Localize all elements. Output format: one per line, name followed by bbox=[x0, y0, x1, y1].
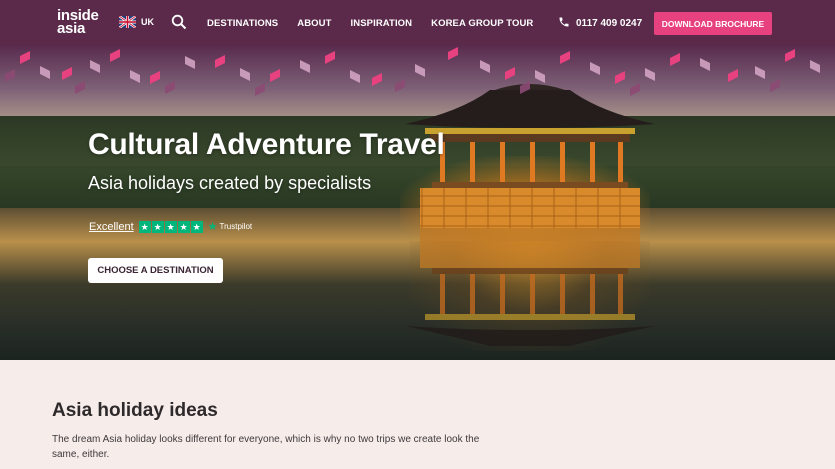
hero-title: Cultural Adventure Travel bbox=[88, 128, 445, 161]
star-icon: ★ bbox=[151, 220, 164, 233]
uk-flag-icon bbox=[119, 16, 136, 28]
holiday-ideas-section: Asia holiday ideas The dream Asia holida… bbox=[0, 360, 835, 469]
hero-subtitle: Asia holidays created by specialists bbox=[88, 173, 372, 193]
phone-number: 0117 409 0247 bbox=[576, 18, 643, 29]
nav-korea-group-tour[interactable]: KOREA GROUP TOUR bbox=[431, 18, 533, 29]
pavilion-illustration bbox=[405, 84, 655, 346]
trustpilot-rating[interactable]: Excellent ★ ★ ★ ★ ★ ★ Trustpilot bbox=[89, 220, 252, 233]
choose-destination-button[interactable]: CHOOSE A DESTINATION bbox=[88, 258, 223, 283]
star-icon: ★ bbox=[138, 220, 151, 233]
trustpilot-star-icon: ★ bbox=[207, 221, 218, 233]
region-selector[interactable]: UK bbox=[119, 16, 154, 28]
star-icon: ★ bbox=[177, 220, 190, 233]
section-heading: Asia holiday ideas bbox=[52, 400, 218, 421]
decorative-pattern bbox=[5, 47, 820, 96]
inside-asia-logo[interactable]: inside asia bbox=[57, 8, 99, 36]
main-nav: DESTINATIONS ABOUT INSPIRATION KOREA GRO… bbox=[207, 0, 552, 46]
site-header: inside asia UK DESTINATIONS ABOUT INSPIR… bbox=[0, 0, 835, 46]
rating-stars: ★ ★ ★ ★ ★ bbox=[138, 220, 203, 233]
phone-icon bbox=[558, 16, 570, 31]
section-intro: The dream Asia holiday looks different f… bbox=[52, 434, 480, 460]
nav-about[interactable]: ABOUT bbox=[297, 18, 331, 29]
download-brochure-button[interactable]: DOWNLOAD BROCHURE bbox=[654, 12, 772, 35]
star-icon: ★ bbox=[190, 220, 203, 233]
search-icon[interactable] bbox=[171, 14, 187, 30]
nav-destinations[interactable]: DESTINATIONS bbox=[207, 18, 278, 29]
hero-section: Cultural Adventure Travel Asia holidays … bbox=[0, 46, 835, 360]
nav-inspiration[interactable]: INSPIRATION bbox=[351, 18, 413, 29]
region-label: UK bbox=[141, 17, 154, 27]
phone-link[interactable]: 0117 409 0247 bbox=[558, 16, 642, 31]
trustpilot-logo: ★ Trustpilot bbox=[207, 221, 253, 233]
rating-word: Excellent bbox=[89, 220, 134, 233]
star-icon: ★ bbox=[164, 220, 177, 233]
